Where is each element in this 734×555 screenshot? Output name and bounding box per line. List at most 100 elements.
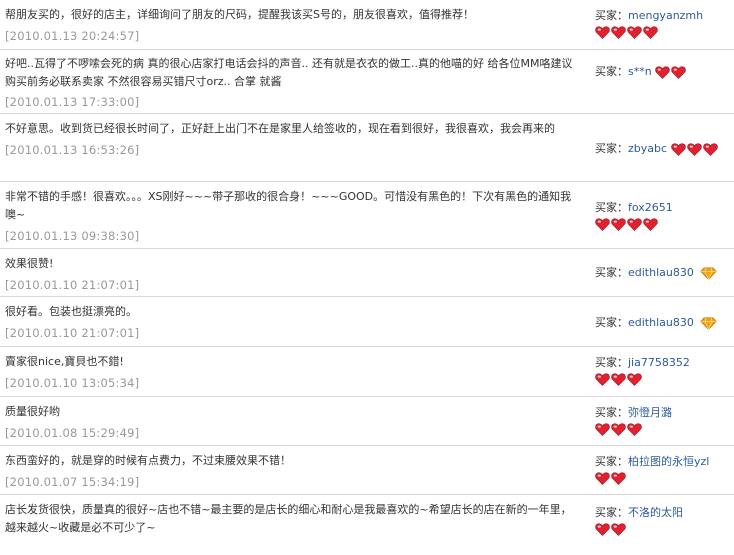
heart-icon — [702, 142, 718, 156]
buyer-info: 买家：jia7758352 — [595, 355, 732, 386]
buyer-name-link[interactable]: s**n — [628, 65, 652, 78]
review-date: [2010.01.10 21:07:01] — [5, 278, 140, 292]
heart-icon — [611, 26, 626, 39]
buyer-info: 买家：不洛的太阳 — [595, 505, 732, 536]
review-comment: 效果很赞! — [5, 257, 54, 270]
review-comment: 帮朋友买的，很好的店主，详细询问了朋友的尺码，提醒我该买S号的，朋友很喜欢，值得… — [5, 8, 474, 21]
review-date: [2010.01.10 13:05:34] — [5, 376, 140, 390]
buyer-info: 买家：柏拉图的永恒yzl — [595, 454, 732, 485]
review-row: 很好看。包装也挺漂亮的。 [2010.01.10 21:07:01] 买家：ed… — [0, 297, 734, 347]
review-comment: 质量很好哟 — [5, 405, 60, 418]
review-row: 帮朋友买的，很好的店主，详细询问了朋友的尺码，提醒我该买S号的，朋友很喜欢，值得… — [0, 0, 734, 50]
buyer-label: 买家： — [595, 316, 628, 329]
review-body: 质量很好哟 [2010.01.08 15:29:49] — [5, 403, 580, 442]
review-row: 非常不错的手感！很喜欢。。。XS刚好~~~带子那收的很合身！~~~GOOD。可惜… — [0, 182, 734, 249]
buyer-name-link[interactable]: fox2651 — [628, 201, 673, 214]
review-date: [2010.01.07 15:34:19] — [5, 475, 140, 489]
heart-icon — [595, 373, 610, 386]
review-date: [2010.01.13 17:33:00] — [5, 95, 140, 109]
credit-badges — [595, 373, 732, 386]
buyer-label: 买家： — [595, 142, 628, 155]
review-comment: 好吧..瓦得了不啰嗦会死的病 真的很心店家打电话会抖的声音.. 还有就是衣衣的做… — [5, 57, 573, 88]
review-body: 很好看。包装也挺漂亮的。 [2010.01.10 21:07:01] — [5, 303, 580, 342]
credit-badges — [595, 472, 732, 485]
heart-icon — [643, 218, 658, 231]
buyer-label: 买家： — [595, 506, 628, 519]
review-row: 好吧..瓦得了不啰嗦会死的病 真的很心店家打电话会抖的声音.. 还有就是衣衣的做… — [0, 50, 734, 114]
buyer-name-link[interactable]: jia7758352 — [628, 356, 690, 369]
credit-badges — [697, 266, 718, 280]
buyer-label: 买家： — [595, 356, 628, 369]
review-comment: 很好看。包装也挺漂亮的。 — [5, 305, 137, 318]
review-row: 賣家很nice,寶貝也不錯! [2010.01.10 13:05:34] 买家：… — [0, 347, 734, 397]
buyer-name-link[interactable]: zbyabc — [628, 142, 667, 155]
credit-badges — [595, 523, 732, 536]
heart-icon — [627, 218, 642, 231]
buyer-name-link[interactable]: 柏拉图的永恒yzl — [628, 455, 709, 468]
heart-icon — [595, 523, 610, 536]
review-date: [2010.01.08 15:29:49] — [5, 426, 140, 440]
credit-badges — [655, 65, 687, 79]
review-row: 不好意思。收到货已经很长时间了，正好赶上出门不在是家里人给签收的，现在看到很好，… — [0, 114, 734, 182]
heart-icon — [611, 472, 626, 485]
review-row: 效果很赞! [2010.01.10 21:07:01] 买家：edithlau8… — [0, 249, 734, 297]
buyer-label: 买家： — [595, 9, 628, 22]
review-date: [2010.01.13 20:24:57] — [5, 29, 140, 43]
buyer-name-link[interactable]: 弥憕月潞 — [628, 406, 672, 419]
review-row: 质量很好哟 [2010.01.08 15:29:49] 买家：弥憕月潞 — [0, 397, 734, 446]
heart-icon — [627, 26, 642, 39]
buyer-info: 买家：mengyanzmh — [595, 8, 732, 39]
buyer-name-link[interactable]: edithlau830 — [628, 266, 694, 279]
buyer-label: 买家： — [595, 266, 628, 279]
heart-icon — [670, 142, 686, 156]
heart-icon — [611, 423, 626, 436]
credit-badges — [595, 26, 732, 39]
heart-icon — [671, 65, 686, 79]
buyer-label: 买家： — [595, 201, 628, 214]
credit-badges — [595, 423, 732, 436]
heart-icon — [611, 373, 626, 386]
review-body: 賣家很nice,寶貝也不錯! [2010.01.10 13:05:34] — [5, 353, 580, 392]
review-comment: 店长发货很快，质量真的很好~店也不错~最主要的是店长的细心和耐心是我最喜欢的~希… — [5, 503, 572, 534]
diamond-icon — [700, 266, 718, 280]
review-body: 非常不错的手感！很喜欢。。。XS刚好~~~带子那收的很合身！~~~GOOD。可惜… — [5, 188, 580, 245]
review-body: 东西蛮好的，就是穿的时候有点费力，不过束腰效果不错！ [2010.01.07 1… — [5, 452, 580, 491]
review-body: 店长发货很快，质量真的很好~店也不错~最主要的是店长的细心和耐心是我最喜欢的~希… — [5, 501, 580, 537]
buyer-name-link[interactable]: mengyanzmh — [628, 9, 703, 22]
buyer-name-link[interactable]: edithlau830 — [628, 316, 694, 329]
buyer-info: 买家：edithlau830 — [595, 265, 732, 281]
review-list: 帮朋友买的，很好的店主，详细询问了朋友的尺码，提醒我该买S号的，朋友很喜欢，值得… — [0, 0, 734, 555]
credit-badges — [670, 142, 719, 156]
heart-icon — [627, 373, 642, 386]
heart-icon — [643, 26, 658, 39]
review-body: 效果很赞! [2010.01.10 21:07:01] — [5, 255, 580, 294]
heart-icon — [655, 65, 670, 79]
heart-icon — [686, 142, 702, 156]
credit-badges — [595, 218, 732, 231]
heart-icon — [595, 218, 610, 231]
buyer-label: 买家： — [595, 455, 628, 468]
review-comment: 不好意思。收到货已经很长时间了，正好赶上出门不在是家里人给签收的，现在看到很好，… — [5, 122, 555, 135]
buyer-info: 买家：fox2651 — [595, 200, 732, 231]
review-body: 帮朋友买的，很好的店主，详细询问了朋友的尺码，提醒我该买S号的，朋友很喜欢，值得… — [5, 6, 580, 45]
heart-icon — [627, 423, 642, 436]
buyer-info: 买家：edithlau830 — [595, 315, 732, 331]
review-body: 好吧..瓦得了不啰嗦会死的病 真的很心店家打电话会抖的声音.. 还有就是衣衣的做… — [5, 55, 580, 111]
heart-icon — [595, 26, 610, 39]
buyer-label: 买家： — [595, 65, 628, 78]
review-row: 店长发货很快，质量真的很好~店也不错~最主要的是店长的细心和耐心是我最喜欢的~希… — [0, 495, 734, 555]
buyer-label: 买家： — [595, 406, 628, 419]
buyer-info: 买家：zbyabc — [595, 141, 732, 157]
heart-icon — [611, 218, 626, 231]
diamond-icon — [700, 316, 718, 330]
buyer-name-link[interactable]: 不洛的太阳 — [628, 506, 683, 519]
review-date: [2010.01.13 16:53:26] — [5, 143, 140, 157]
heart-icon — [611, 523, 626, 536]
review-row: 东西蛮好的，就是穿的时候有点费力，不过束腰效果不错！ [2010.01.07 1… — [0, 446, 734, 495]
buyer-info: 买家：s**n — [595, 64, 732, 80]
review-date: [2010.01.10 21:07:01] — [5, 326, 140, 340]
review-body: 不好意思。收到货已经很长时间了，正好赶上出门不在是家里人给签收的，现在看到很好，… — [5, 120, 580, 159]
review-comment: 賣家很nice,寶貝也不錯! — [5, 355, 124, 368]
heart-icon — [595, 423, 610, 436]
heart-icon — [595, 472, 610, 485]
